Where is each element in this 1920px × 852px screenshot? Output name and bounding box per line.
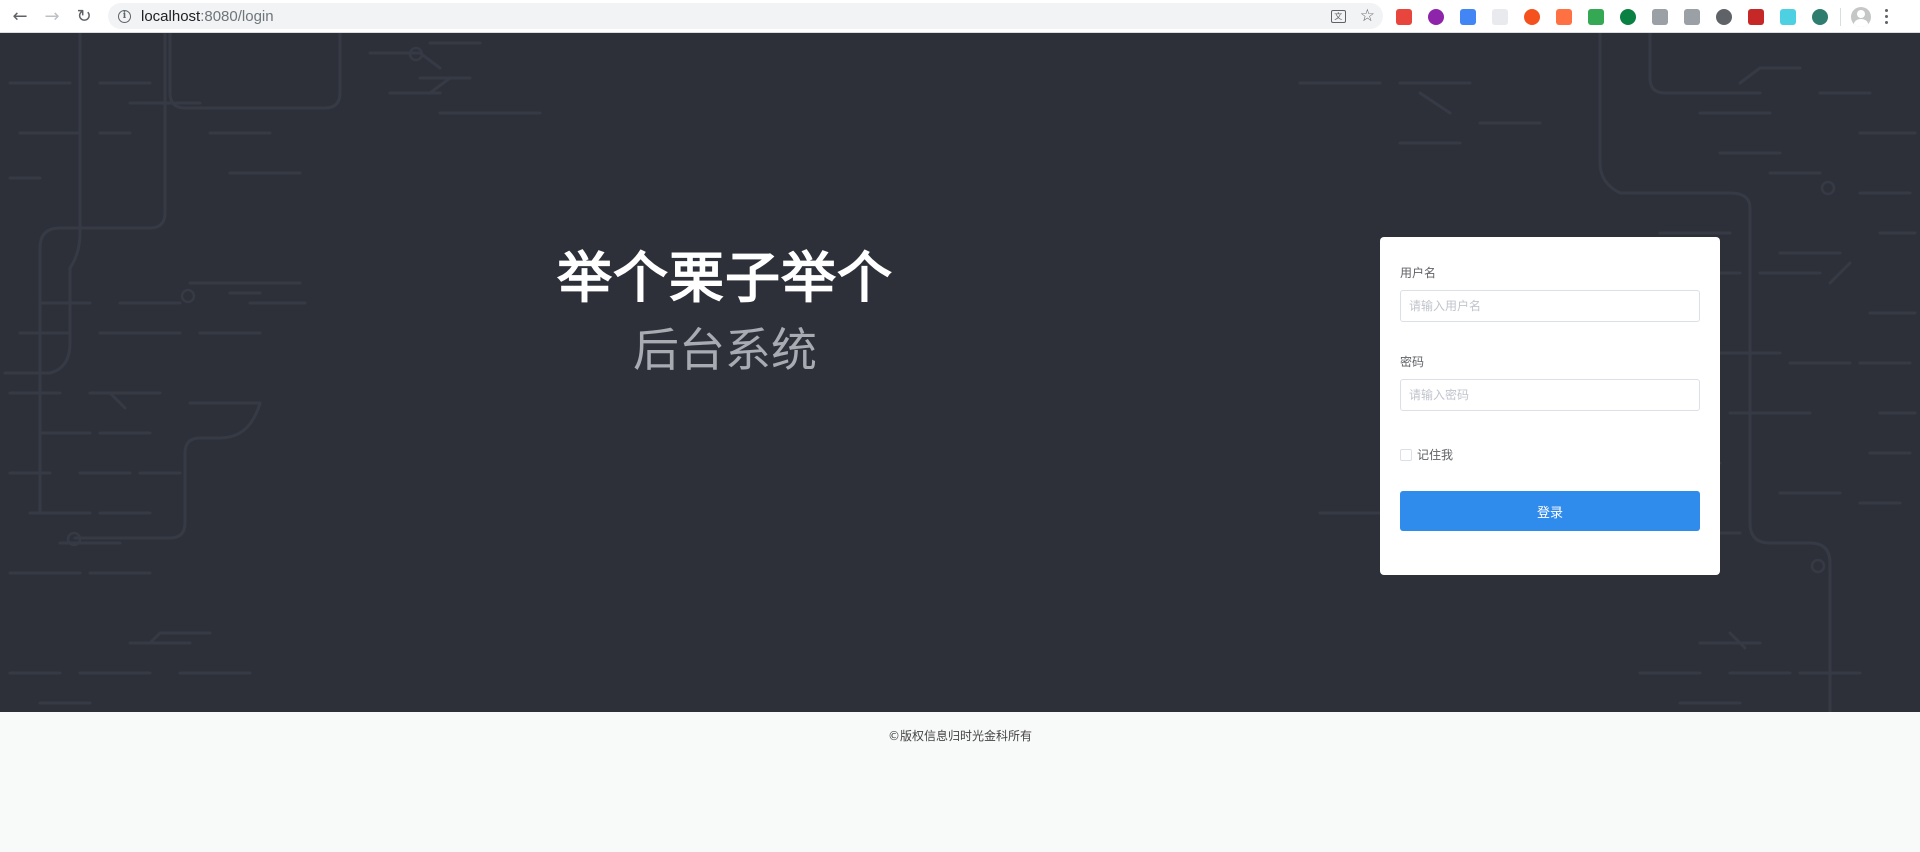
login-form: 用户名 密码 记住我 登录 — [1380, 237, 1720, 575]
remember-me[interactable]: 记住我 — [1400, 446, 1453, 463]
remember-me-checkbox[interactable] — [1400, 448, 1412, 461]
forward-arrow-icon[interactable]: → — [40, 4, 64, 28]
url-text[interactable]: localhost:8080/login — [141, 8, 274, 25]
ext-fps-icon[interactable] — [1780, 8, 1796, 25]
login-hero: 举个栗子举个 后台系统 用户名 密码 记住我 登录 — [0, 33, 1920, 712]
ext-purple-icon[interactable] — [1428, 8, 1444, 25]
ext-pinwheel-icon[interactable] — [1460, 8, 1476, 25]
profile-avatar-icon[interactable] — [1851, 6, 1871, 27]
ext-orange-icon[interactable] — [1524, 8, 1540, 25]
url-path: :8080/login — [200, 7, 274, 25]
browser-menu-icon[interactable] — [1885, 9, 1888, 24]
username-label: 用户名 — [1400, 266, 1437, 280]
url-host: localhost — [141, 7, 201, 25]
site-info-icon[interactable]: i — [118, 9, 131, 23]
brand-title: 举个栗子举个 — [556, 246, 893, 310]
footer: ©版权信息归时光金科所有 — [0, 712, 1920, 852]
brand-block: 举个栗子举个 后台系统 — [540, 243, 910, 385]
ext-dark-green-icon[interactable] — [1620, 8, 1636, 25]
ext-tree-icon[interactable] — [1652, 8, 1668, 25]
extensions-area — [1396, 0, 1888, 33]
brand-subtitle: 后台系统 — [633, 323, 817, 377]
username-input[interactable] — [1400, 290, 1700, 322]
remember-me-label[interactable]: 记住我 — [1417, 446, 1453, 463]
toolbar-separator — [1840, 7, 1841, 26]
back-arrow-icon[interactable]: ← — [8, 4, 32, 28]
translate-icon[interactable]: 文 — [1330, 9, 1346, 23]
ext-s-icon[interactable] — [1716, 8, 1732, 25]
ext-filter-icon[interactable] — [1684, 8, 1700, 25]
bookmark-star-icon[interactable]: ☆ — [1360, 7, 1375, 25]
ext-abp-icon[interactable] — [1748, 8, 1764, 25]
copyright-text: ©版权信息归时光金科所有 — [887, 729, 1032, 743]
ext-orange-x-icon[interactable] — [1556, 8, 1572, 25]
password-label: 密码 — [1400, 355, 1425, 369]
password-input[interactable] — [1400, 379, 1700, 411]
ext-red-icon[interactable] — [1396, 8, 1412, 25]
ext-green-cube-icon[interactable] — [1588, 8, 1604, 25]
address-bar[interactable]: i localhost:8080/login 文 ☆ — [108, 3, 1383, 29]
ext-vue-icon[interactable] — [1812, 8, 1828, 25]
reload-icon[interactable]: ↻ — [72, 4, 96, 28]
login-button[interactable]: 登录 — [1400, 491, 1700, 531]
ext-blank-icon[interactable] — [1492, 8, 1508, 25]
browser-toolbar: ← → ↻ i localhost:8080/login 文 ☆ — [0, 0, 1920, 33]
